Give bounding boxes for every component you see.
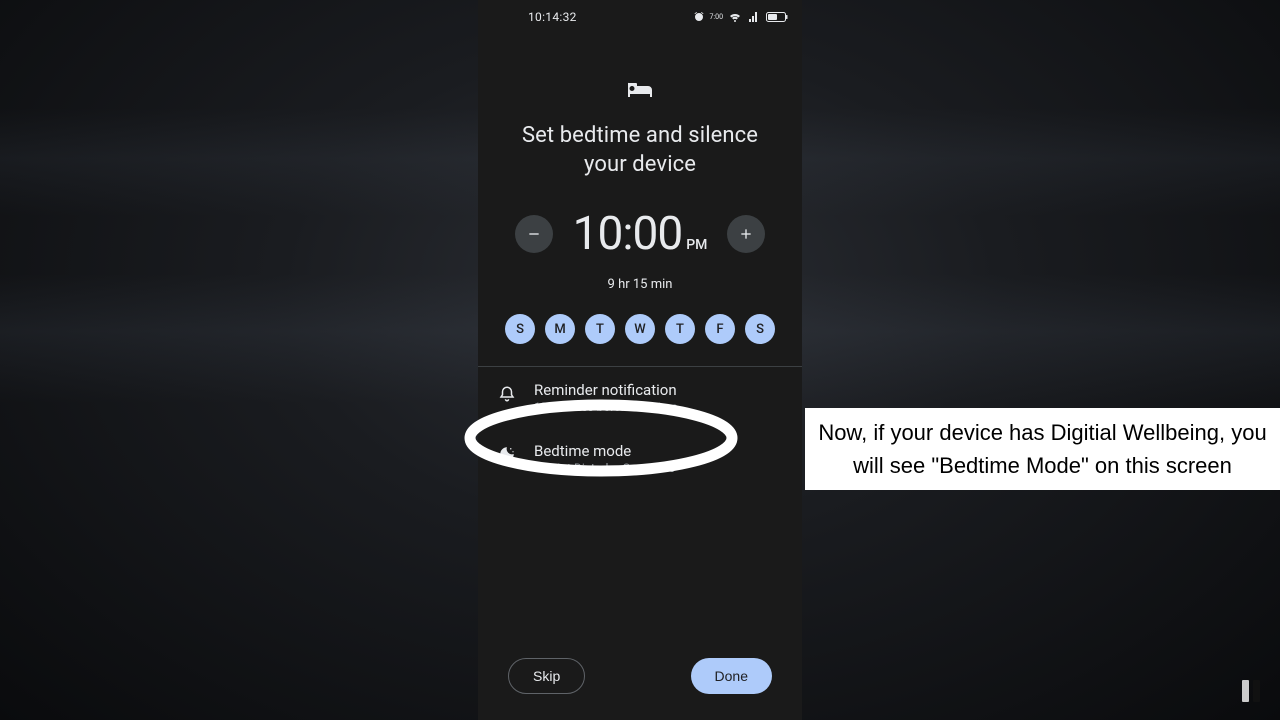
bedtime-mode-subtitle: Do Not Disturb • Grayscale xyxy=(534,461,675,475)
moon-icon xyxy=(498,445,516,467)
bed-icon xyxy=(627,82,653,104)
alarm-time-indicator: 7:00 xyxy=(710,14,724,21)
day-thursday[interactable]: T xyxy=(665,314,695,344)
alarm-icon xyxy=(693,11,705,23)
days-row: S M T W T F S xyxy=(505,314,775,366)
day-tuesday[interactable]: T xyxy=(585,314,615,344)
page-title: Set bedtime and silence your device xyxy=(498,122,782,179)
annotation-caption: Now, if your device has Digitial Wellbei… xyxy=(805,408,1280,490)
bell-icon xyxy=(498,384,516,408)
bedtime-mode-title: Bedtime mode xyxy=(534,442,675,460)
time-picker-row: 10:00 PM xyxy=(515,207,766,261)
day-wednesday[interactable]: W xyxy=(625,314,655,344)
bottom-button-bar: Skip Done xyxy=(478,658,802,694)
status-indicators: 7:00 xyxy=(693,11,789,23)
signal-icon xyxy=(747,11,761,23)
done-button[interactable]: Done xyxy=(691,658,772,694)
wifi-icon xyxy=(728,11,742,23)
day-saturday[interactable]: S xyxy=(745,314,775,344)
time-display[interactable]: 10:00 PM xyxy=(573,207,708,261)
reminder-notification-option[interactable]: Reminder notification 15 minutes before … xyxy=(478,367,802,428)
status-time: 10:14:32 xyxy=(528,10,577,24)
sleep-duration: 9 hr 15 min xyxy=(608,277,673,292)
bedtime-mode-option[interactable]: Bedtime mode Do Not Disturb • Grayscale xyxy=(478,428,802,489)
hero-section: Set bedtime and silence your device 10:0… xyxy=(478,28,802,366)
battery-icon xyxy=(766,11,788,23)
reminder-subtitle: 15 minutes before bedtime xyxy=(534,400,678,414)
skip-button[interactable]: Skip xyxy=(508,658,585,694)
time-ampm: PM xyxy=(686,237,707,253)
reminder-title: Reminder notification xyxy=(534,381,678,399)
day-sunday[interactable]: S xyxy=(505,314,535,344)
time-value: 10:00 xyxy=(573,207,683,261)
day-friday[interactable]: F xyxy=(705,314,735,344)
status-bar: 10:14:32 7:00 xyxy=(478,0,802,28)
increment-time-button[interactable] xyxy=(727,215,765,253)
pause-icon xyxy=(1242,680,1260,702)
phone-frame: 10:14:32 7:00 Set bedtime and silence yo… xyxy=(478,0,802,720)
day-monday[interactable]: M xyxy=(545,314,575,344)
decrement-time-button[interactable] xyxy=(515,215,553,253)
